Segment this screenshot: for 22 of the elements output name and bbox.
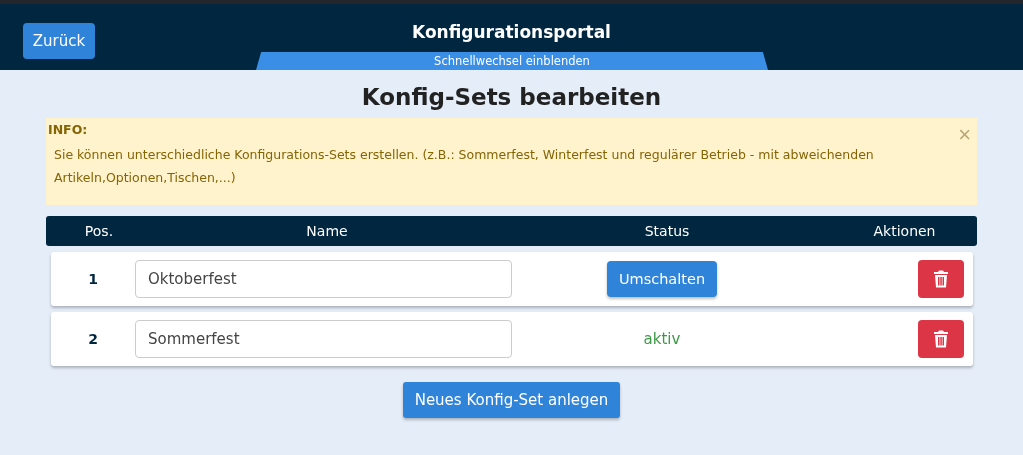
name-input[interactable]: Oktoberfest (135, 260, 512, 298)
new-config-set-button[interactable]: Neues Konfig-Set anlegen (402, 382, 621, 418)
quick-switch-tab[interactable]: Schnellwechsel einblenden (256, 52, 768, 70)
portal-title: Konfigurationsportal (412, 22, 611, 42)
delete-button[interactable] (918, 320, 964, 358)
trash-icon (933, 330, 949, 348)
column-header: Pos. (83, 223, 115, 239)
switch-button[interactable]: Umschalten (606, 261, 718, 297)
position-number: 1 (87, 271, 99, 287)
page-heading: Konfig-Sets bearbeiten (360, 84, 663, 110)
column-header: Aktionen (872, 223, 937, 239)
back-button[interactable]: Zurück (23, 23, 95, 59)
delete-button[interactable] (918, 260, 964, 298)
close-button[interactable]: × (958, 124, 971, 146)
info-text: Sie können unterschiedliche Konfigurations-Sets erstellen. (z.B.: Sommerfest, Winterfest und regulärer Betrieb - mit abweichenden Artikeln,Optionen,Tischen,...) (53, 146, 875, 187)
info-title: INFO: (48, 122, 89, 137)
column-header: Status (643, 223, 691, 239)
trash-icon (933, 270, 949, 288)
name-input[interactable]: Sommerfest (135, 320, 512, 358)
position-number: 2 (87, 331, 99, 347)
column-header: Name (305, 223, 349, 239)
status-active: aktiv (643, 330, 681, 348)
